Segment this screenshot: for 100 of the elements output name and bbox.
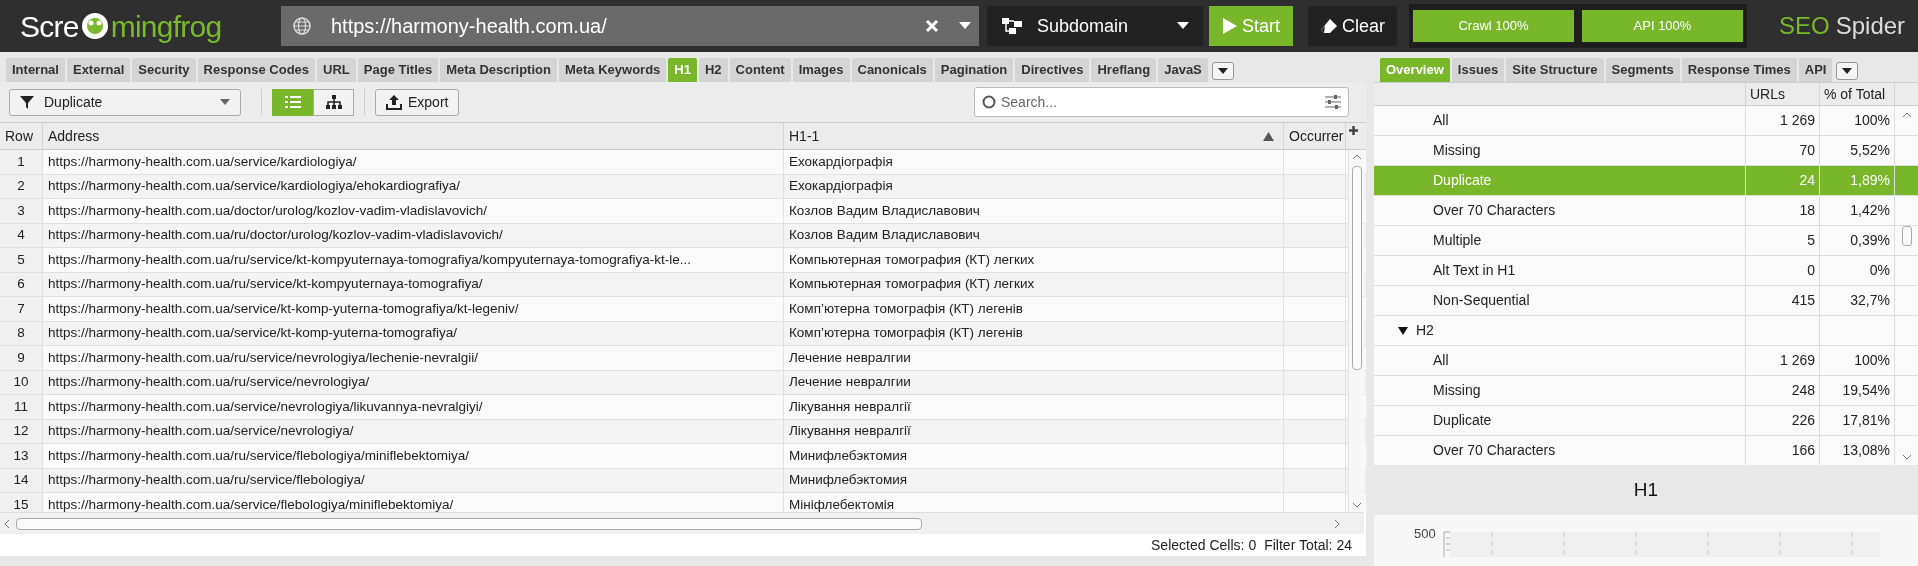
expand-toggle[interactable] (1398, 325, 1408, 336)
column-header[interactable]: H1-1 (784, 123, 1284, 149)
tree-row[interactable]: Over 70 Characters 166 13,08% (1374, 436, 1918, 465)
tree-row[interactable]: Over 70 Characters 18 1,42% (1374, 196, 1918, 226)
tab[interactable]: Directives (1015, 58, 1090, 82)
table-cell: https://harmony-health.com.ua/service/nevrologiya/likuvannya-nevralgiyi/ (43, 395, 784, 419)
table-cell: https://harmony-health.com.ua/ru/service/nevrologiya/lechenie-nevralgii/ (43, 346, 784, 370)
globe-icon (293, 17, 311, 35)
tab[interactable]: URL (317, 58, 356, 82)
search-input[interactable]: Search... (1001, 91, 1325, 113)
row-number: 3 (0, 199, 43, 223)
play-icon (1222, 17, 1238, 35)
tab[interactable]: Internal (6, 58, 65, 82)
tab[interactable]: External (66, 58, 131, 82)
tree-row[interactable]: All 1 269 100% (1374, 346, 1918, 376)
logo-text: mingfrog (110, 8, 222, 45)
tab[interactable]: Security (132, 58, 196, 82)
count-cell: 226 (1746, 406, 1820, 435)
row-number: 9 (0, 346, 43, 370)
row-number: 11 (0, 395, 43, 419)
percent-cell: 0% (1820, 256, 1895, 285)
caret-icon (1177, 22, 1189, 30)
tab[interactable]: JavaS (1158, 58, 1208, 82)
count-cell: 1 269 (1746, 346, 1820, 375)
tab[interactable]: Hreflang (1091, 58, 1157, 82)
count-cell: 24 (1746, 166, 1820, 195)
search-field[interactable]: Search... (974, 87, 1349, 117)
tab[interactable]: Site Structure (1506, 58, 1604, 82)
mode-dropdown[interactable]: Subdomain (987, 6, 1203, 46)
tab[interactable]: Response Times (1681, 58, 1797, 82)
table-cell: https://harmony-health.com.ua/ru/service/nevrologiya/ (43, 370, 784, 394)
table-cell: Козлов Вадим Владиславович (784, 199, 1284, 223)
tab[interactable]: Segments (1605, 58, 1680, 82)
count-cell: 5 (1746, 226, 1820, 255)
count-cell: 18 (1746, 196, 1820, 225)
product-name: Spider (1835, 11, 1906, 41)
filter-dropdown[interactable]: Duplicate (9, 88, 241, 116)
tab[interactable]: API (1798, 58, 1833, 82)
column-header[interactable]: URLs (1746, 83, 1820, 105)
chevron-left-icon (4, 518, 10, 529)
table-cell: https://harmony-health.com.ua/service/kardiologiya/ehokardiografiya/ (43, 174, 784, 198)
table-cell: Лікування невралгії (784, 395, 1284, 419)
count-cell: 415 (1746, 286, 1820, 315)
tree-row[interactable]: All 1 269 100% (1374, 106, 1918, 136)
tab[interactable]: Page Titles (357, 58, 439, 82)
progress-bar: Crawl 100% (1412, 9, 1575, 43)
axis-tick-label: 500 (1414, 527, 1436, 543)
search-icon (982, 95, 996, 109)
more-tabs-button[interactable] (1836, 62, 1859, 80)
plus-icon (1348, 126, 1358, 135)
count-cell: 0 (1746, 256, 1820, 285)
clear-button[interactable]: Clear (1308, 6, 1397, 46)
tab[interactable]: Meta Keywords (558, 58, 667, 82)
tab[interactable]: Images (792, 58, 850, 82)
status-value: 0 (1248, 535, 1257, 555)
url-field[interactable]: https://harmony-health.com.ua/ (281, 6, 979, 46)
eraser-icon (1320, 18, 1338, 34)
row-number: 5 (0, 248, 43, 272)
caret-down-icon (1398, 325, 1408, 336)
progress-bar: API 100% (1581, 9, 1744, 43)
percent-cell: 5,52% (1820, 136, 1895, 165)
table-cell: Козлов Вадим Владиславович (784, 223, 1284, 247)
chevron-right-icon (1334, 518, 1340, 529)
column-header[interactable]: Occurrer (1284, 123, 1346, 149)
table-cell: https://harmony-health.com.ua/service/nevrologiya/ (43, 419, 784, 443)
percent-cell: 0,39% (1820, 226, 1895, 255)
tab[interactable]: Issues (1451, 58, 1505, 82)
column-header[interactable]: % of Total (1820, 83, 1895, 105)
group-label[interactable]: H2 (1416, 320, 1434, 341)
table-cell: Минифлебэктомия (784, 468, 1284, 492)
more-tabs-button[interactable] (1211, 62, 1234, 80)
tab[interactable]: Pagination (934, 58, 1014, 82)
table-cell: Минифлебэктомия (784, 444, 1284, 468)
table-cell: Лікування невралгії (784, 419, 1284, 443)
table-cell: https://harmony-health.com.ua/doctor/urolog/kozlov-vadim-vladislavovich/ (43, 199, 784, 223)
status-value: 24 (1336, 535, 1352, 555)
tab[interactable]: Meta Description (440, 58, 557, 82)
tree-row[interactable]: Non-Sequential 415 32,7% (1374, 286, 1918, 316)
tree-view-button[interactable] (313, 88, 354, 116)
column-header[interactable]: Address (43, 123, 784, 149)
tree-row[interactable]: Missing 248 19,54% (1374, 376, 1918, 406)
close-icon (925, 19, 939, 33)
table-cell: Ехокардіографія (784, 150, 1284, 174)
frog-icon (79, 11, 110, 41)
tree-row[interactable]: Duplicate 226 17,81% (1374, 406, 1918, 436)
tab[interactable]: Canonicals (851, 58, 933, 82)
vertical-scrollbar[interactable] (1348, 150, 1364, 512)
tab[interactable]: Response Codes (197, 58, 316, 82)
percent-cell: 100% (1820, 346, 1895, 375)
caret-icon (959, 22, 971, 30)
count-cell: 248 (1746, 376, 1820, 405)
tab[interactable]: Content (729, 58, 791, 82)
table-cell: https://harmony-health.com.ua/service/kardiologiya/ (43, 150, 784, 174)
tree-row[interactable]: Alt Text in H1 0 0% (1374, 256, 1918, 286)
hierarchy-icon (325, 95, 342, 109)
tab[interactable]: H2 (698, 58, 728, 82)
chevron-down-icon (1902, 454, 1912, 460)
percent-cell: 19,54% (1820, 376, 1895, 405)
export-button[interactable]: Export (375, 88, 460, 116)
column-header[interactable]: Row (0, 123, 43, 149)
